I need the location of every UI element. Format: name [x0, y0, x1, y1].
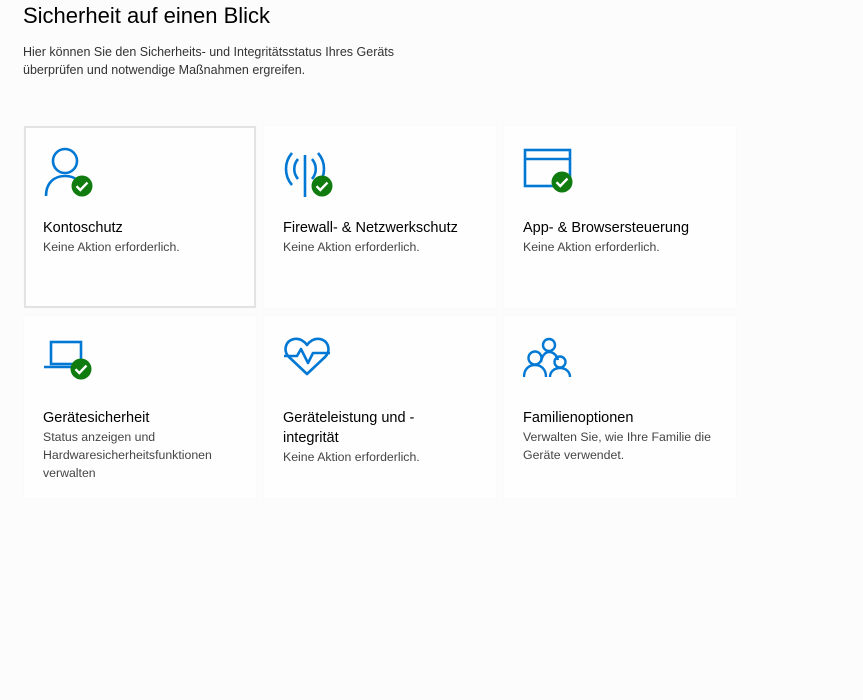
security-tiles-grid: Kontoschutz Keine Aktion erforderlich. F…: [24, 126, 744, 498]
tile-title: Firewall- & Netzwerkschutz: [283, 220, 458, 236]
tile-description: Keine Aktion erforderlich.: [283, 240, 420, 254]
family-options-icon: [523, 337, 579, 389]
page-subtitle: Hier können Sie den Sicherheits- und Int…: [23, 45, 395, 77]
tile-title: Gerätesicherheit: [43, 410, 150, 426]
status-ok-icon: [71, 175, 93, 197]
tile-description: Keine Aktion erforderlich.: [43, 240, 180, 254]
device-security-icon: [43, 337, 99, 389]
tile-title: Geräteleistung und -integrität: [283, 410, 415, 446]
tile-app-browser-control[interactable]: App- & Browsersteuerung Keine Aktion erf…: [504, 126, 736, 308]
status-ok-icon: [70, 358, 92, 380]
tile-title: Familienoptionen: [523, 410, 634, 426]
firewall-network-icon: [283, 147, 339, 199]
device-performance-health-icon: [283, 337, 339, 389]
account-protection-icon: [43, 147, 99, 199]
tile-account-protection[interactable]: Kontoschutz Keine Aktion erforderlich.: [24, 126, 256, 308]
tile-device-security[interactable]: Gerätesicherheit Status anzeigen und Har…: [24, 316, 256, 498]
tile-firewall-network[interactable]: Firewall- & Netzwerkschutz Keine Aktion …: [264, 126, 496, 308]
tile-description: Verwalten Sie, wie Ihre Familie die Gerä…: [523, 430, 711, 462]
tile-description: Status anzeigen und Hardwaresicherheitsf…: [43, 430, 212, 480]
tile-device-performance-health[interactable]: Geräteleistung und -integrität Keine Akt…: [264, 316, 496, 498]
tile-family-options[interactable]: Familienoptionen Verwalten Sie, wie Ihre…: [504, 316, 736, 498]
status-ok-icon: [551, 171, 573, 193]
status-ok-icon: [311, 175, 333, 197]
app-browser-control-icon: [523, 147, 579, 199]
page-title: Sicherheit auf einen Blick: [23, 3, 271, 28]
tile-title: Kontoschutz: [43, 220, 123, 236]
tile-description: Keine Aktion erforderlich.: [283, 450, 420, 464]
tile-description: Keine Aktion erforderlich.: [523, 240, 660, 254]
tile-title: App- & Browsersteuerung: [523, 220, 690, 236]
